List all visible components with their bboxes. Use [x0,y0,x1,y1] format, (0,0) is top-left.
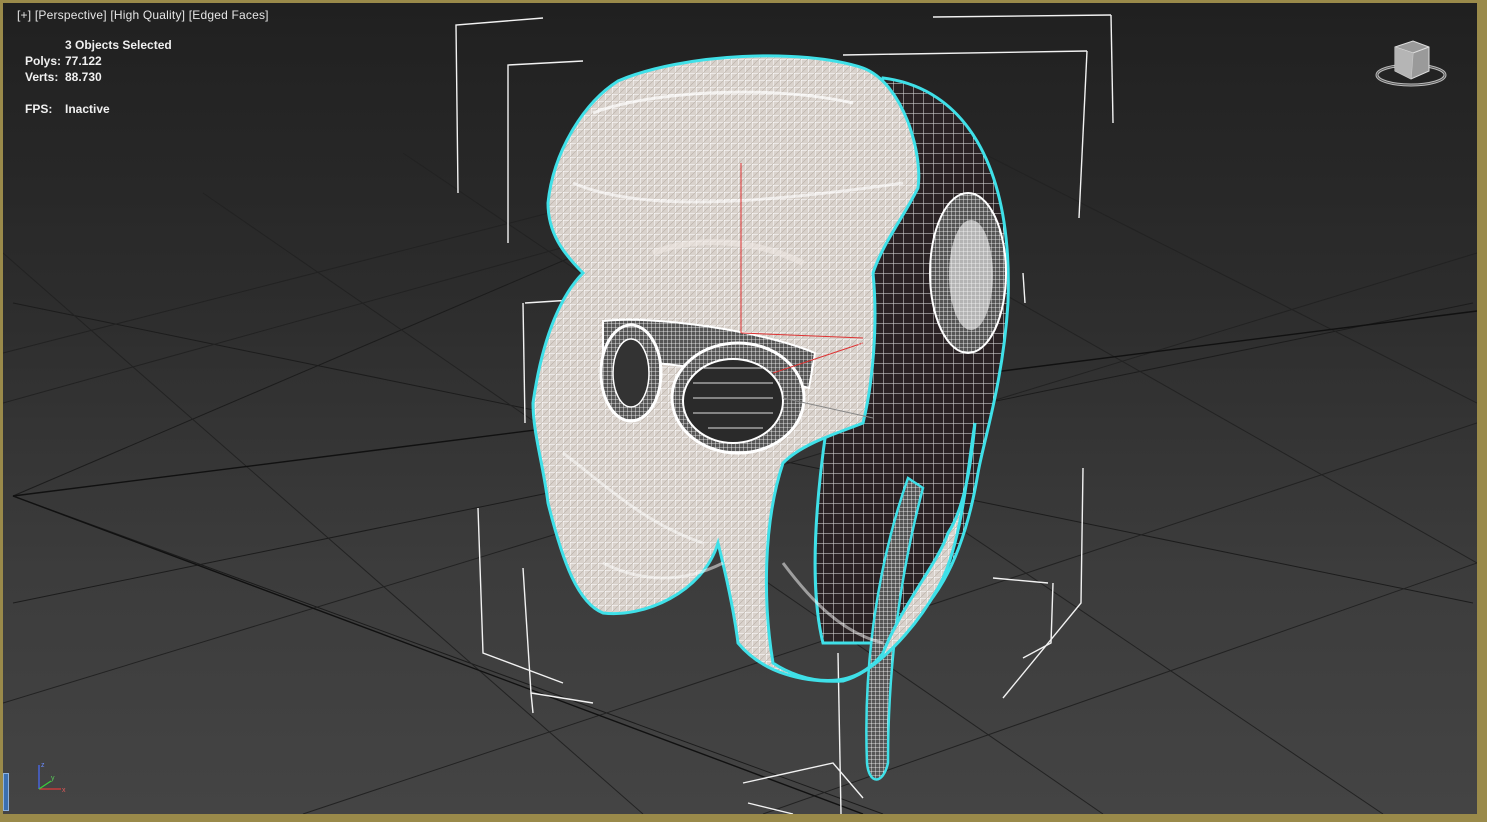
viewport-statistics: 3 Objects Selected Polys: 77.122 Verts: … [25,37,172,117]
viewport-edge-tab[interactable] [3,773,9,811]
fps-value: Inactive [65,102,110,116]
svg-text:y: y [858,340,863,350]
polys-label: Polys: [25,54,62,68]
verts-row: Verts: 88.730 [25,69,172,85]
perspective-viewport[interactable]: y [+] [Perspective] [High Quality] [Edge… [0,0,1487,822]
viewport-view-label[interactable]: [Perspective] [35,8,107,22]
fps-row: FPS: Inactive [25,101,172,117]
svg-text:y: y [51,775,55,782]
selection-count-row: 3 Objects Selected [25,37,172,53]
viewport-edged-faces-label[interactable]: [Edged Faces] [189,8,269,22]
viewport-shading-label[interactable]: [High Quality] [110,8,185,22]
selection-count: 3 Objects Selected [65,38,172,52]
verts-label: Verts: [25,70,59,84]
axis-tripod-icon: z x y [38,762,66,794]
svg-text:x: x [62,787,66,794]
verts-value: 88.730 [65,70,102,84]
viewport-menu-button[interactable]: [+] [17,8,31,22]
svg-text:z: z [41,762,45,769]
viewport-label-menu[interactable]: [+] [Perspective] [High Quality] [Edged … [17,8,269,22]
polys-value: 77.122 [65,54,102,68]
viewcube-icon[interactable] [1373,37,1449,93]
fps-label: FPS: [25,102,53,116]
scene-canvas[interactable]: y [3,3,1477,814]
polys-row: Polys: 77.122 [25,53,172,69]
